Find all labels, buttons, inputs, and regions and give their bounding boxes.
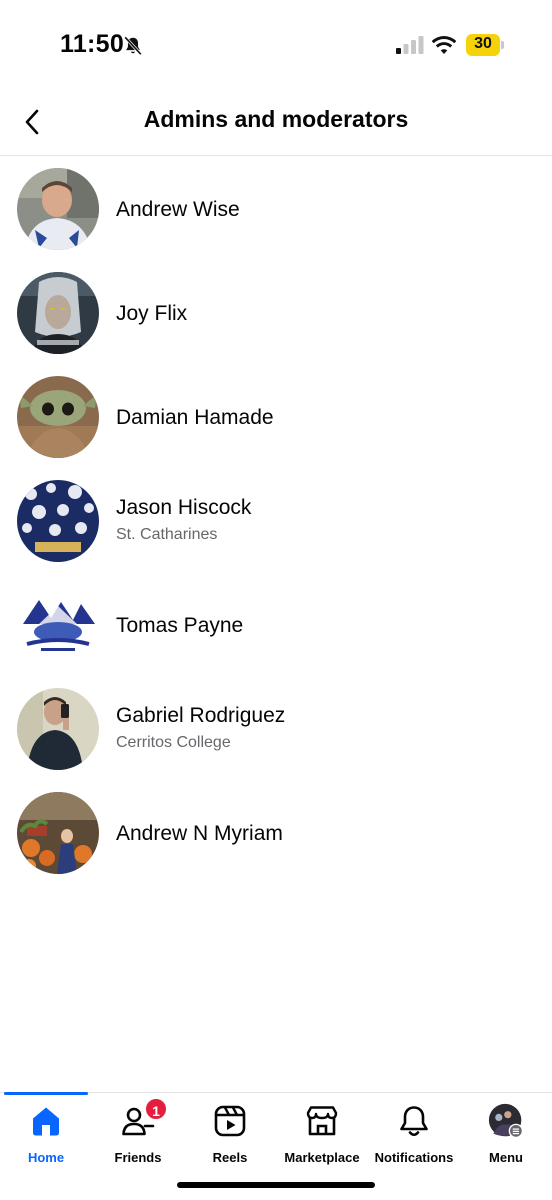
header: Admins and moderators <box>0 92 552 156</box>
tab-home[interactable]: Home <box>0 1103 92 1165</box>
avatar[interactable] <box>17 584 99 666</box>
avatar[interactable] <box>17 792 99 874</box>
tab-menu[interactable]: Menu <box>460 1103 552 1165</box>
avatar[interactable] <box>17 480 99 562</box>
avatar[interactable] <box>17 272 99 354</box>
tab-label: Menu <box>489 1150 523 1165</box>
friends-badge: 1 <box>144 1097 168 1121</box>
member-name: Damian Hamade <box>116 406 274 429</box>
member-name: Gabriel Rodriguez <box>116 704 286 727</box>
home-icon <box>28 1103 64 1139</box>
tab-reels[interactable]: Reels <box>184 1103 276 1165</box>
tab-marketplace[interactable]: Marketplace <box>276 1103 368 1165</box>
member-location: St. Catharines <box>116 526 218 543</box>
tab-notifications[interactable]: Notifications <box>368 1103 460 1165</box>
list-item[interactable]: Andrew Wise <box>0 158 552 262</box>
avatar[interactable] <box>17 168 99 250</box>
member-name: Joy Flix <box>116 302 188 325</box>
member-name: Tomas Payne <box>116 614 244 637</box>
bell-slash-icon <box>124 36 142 56</box>
list-item[interactable]: Jason Hiscock St. Catharines <box>0 470 552 574</box>
list-item[interactable]: Gabriel Rodriguez Cerritos College <box>0 678 552 782</box>
marketplace-icon <box>304 1103 340 1139</box>
avatar[interactable] <box>17 376 99 458</box>
avatar[interactable] <box>17 688 99 770</box>
status-bar: 11:50 30 <box>0 0 552 92</box>
member-name: Andrew Wise <box>116 198 240 221</box>
battery-icon: 30 <box>466 34 504 56</box>
member-name: Jason Hiscock <box>116 496 252 519</box>
cellular-signal-icon <box>396 36 424 54</box>
member-school: Cerritos College <box>116 734 231 751</box>
profile-avatar-icon <box>488 1103 524 1139</box>
bell-icon <box>396 1103 432 1139</box>
list-item[interactable]: Andrew N Myriam <box>0 782 552 886</box>
active-tab-indicator <box>4 1092 88 1095</box>
home-indicator <box>177 1182 375 1188</box>
status-time: 11:50 <box>60 30 125 58</box>
tab-friends[interactable]: 1 Friends <box>92 1097 184 1165</box>
reels-icon <box>212 1103 248 1139</box>
list-item[interactable]: Damian Hamade <box>0 366 552 470</box>
list-item[interactable]: Tomas Payne <box>0 574 552 678</box>
list-item[interactable]: Joy Flix <box>0 262 552 366</box>
member-name: Andrew N Myriam <box>116 822 283 845</box>
wifi-icon <box>432 36 456 54</box>
page-title: Admins and moderators <box>143 106 409 132</box>
battery-level: 30 <box>474 35 492 52</box>
